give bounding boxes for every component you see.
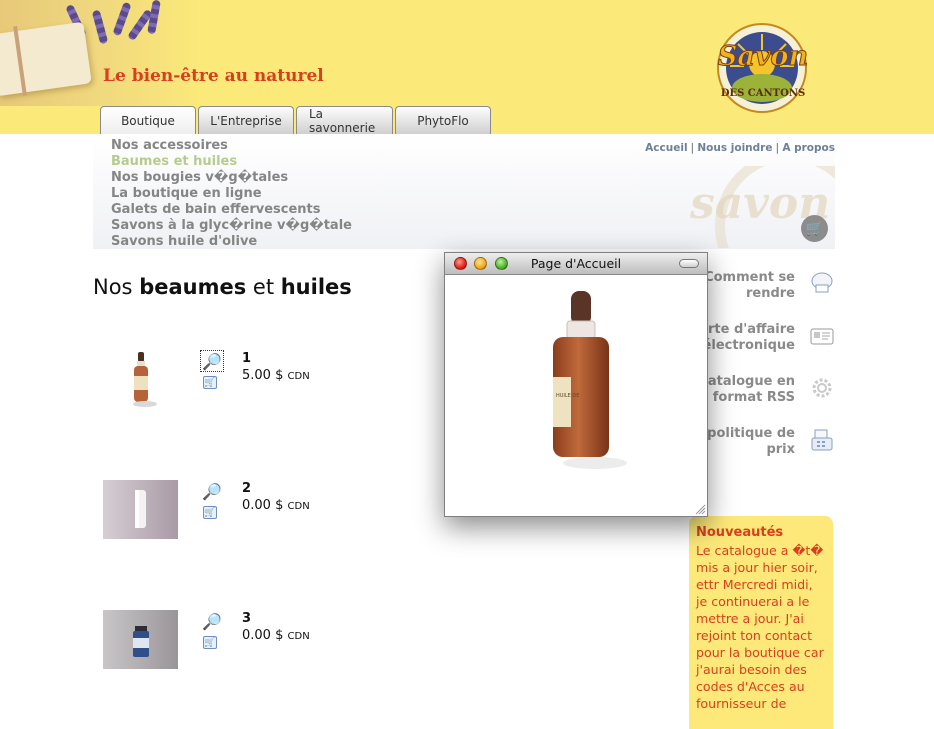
svg-text:DES CANTONS: DES CANTONS bbox=[721, 88, 805, 99]
page-title: Nos beaumes et huiles bbox=[93, 275, 352, 299]
soap-lavender-photo bbox=[0, 0, 200, 106]
tab-phytoflo[interactable]: PhytoFlo bbox=[395, 106, 491, 134]
tab-boutique[interactable]: Boutique bbox=[100, 106, 196, 134]
link-a-propos[interactable]: A propos bbox=[782, 142, 835, 154]
product-row: 🔎 🛒 1 5.00 $ CDN bbox=[103, 350, 343, 420]
cash-register-icon[interactable] bbox=[809, 427, 835, 453]
gear-icon[interactable] bbox=[809, 375, 835, 401]
shopping-cart-icon[interactable]: 🛒 bbox=[801, 215, 828, 242]
product-name[interactable]: 1 bbox=[242, 351, 251, 366]
product-thumbnail[interactable] bbox=[103, 610, 178, 669]
subnav-item-accessoires[interactable]: Nos accessoires bbox=[111, 138, 352, 154]
tab-entreprise[interactable]: L'Entreprise bbox=[198, 106, 294, 134]
site-tagline: Le bien-être au naturel bbox=[103, 66, 324, 86]
add-to-cart-icon[interactable]: 🛒 bbox=[203, 636, 217, 649]
chef-hat-icon[interactable] bbox=[809, 270, 835, 296]
toolbar-toggle-button[interactable] bbox=[679, 259, 699, 268]
svg-text:Savon: Savon bbox=[718, 41, 808, 72]
news-panel: Nouveautés Le catalogue a �t� mis a jour… bbox=[689, 516, 833, 729]
subnav-item-savons-glycerine[interactable]: Savons à la glyc�rine v�g�tale bbox=[111, 218, 352, 234]
product-large-image: HUILE DE bbox=[553, 291, 627, 469]
product-thumbnail[interactable] bbox=[103, 350, 178, 409]
main-tabs: Boutique L'Entreprise La savonnerie Phyt… bbox=[100, 106, 493, 134]
product-row: 🔎 🛒 3 0.00 $ CDN bbox=[103, 610, 343, 680]
zoom-magnifier-icon[interactable]: 🔎 bbox=[200, 480, 224, 502]
resize-grip-icon[interactable] bbox=[695, 504, 706, 515]
savon-des-cantons-logo[interactable]: Savon DES CANTONS bbox=[712, 20, 814, 114]
link-nous-joindre[interactable]: Nous joindre bbox=[697, 142, 772, 154]
product-name[interactable]: 2 bbox=[242, 481, 251, 496]
product-name[interactable]: 3 bbox=[242, 611, 251, 626]
product-price: 5.00 $ CDN bbox=[242, 368, 310, 383]
zoom-magnifier-icon[interactable]: 🔎 bbox=[200, 610, 224, 632]
subnav-item-bougies[interactable]: Nos bougies v�g�tales bbox=[111, 170, 352, 186]
subnav-item-savons-olive[interactable]: Savons huile d'olive bbox=[111, 234, 352, 250]
separator: | bbox=[775, 142, 780, 154]
subnav-item-baumes[interactable]: Baumes et huiles bbox=[111, 154, 352, 170]
add-to-cart-icon[interactable]: 🛒 bbox=[203, 506, 217, 519]
business-card-icon[interactable] bbox=[809, 323, 835, 349]
product-row: 🔎 🛒 2 0.00 $ CDN bbox=[103, 480, 343, 550]
utility-links: Accueil | Nous joindre | A propos bbox=[645, 142, 835, 154]
category-nav: Nos accessoires Baumes et huiles Nos bou… bbox=[111, 138, 352, 250]
site-header: Le bien-être au naturel Savon DES CANTON… bbox=[0, 0, 934, 134]
svg-text:HUILE DE: HUILE DE bbox=[556, 393, 579, 399]
separator: | bbox=[690, 142, 695, 154]
news-body: Le catalogue a �t� mis a jour hier soir,… bbox=[696, 543, 824, 711]
product-thumbnail[interactable] bbox=[103, 480, 178, 539]
zoom-magnifier-icon[interactable]: 🔎 bbox=[200, 350, 224, 372]
add-to-cart-icon[interactable]: 🛒 bbox=[203, 376, 217, 389]
product-price: 0.00 $ CDN bbox=[242, 498, 310, 513]
window-titlebar[interactable]: Page d'Accueil bbox=[445, 253, 707, 275]
image-preview-window: Page d'Accueil HUILE DE bbox=[444, 252, 708, 517]
link-accueil[interactable]: Accueil bbox=[645, 142, 687, 154]
product-price: 0.00 $ CDN bbox=[242, 628, 310, 643]
news-title: Nouveautés bbox=[696, 525, 784, 540]
subnav-item-galets[interactable]: Galets de bain effervescents bbox=[111, 202, 352, 218]
window-title: Page d'Accueil bbox=[530, 256, 622, 271]
subnav-item-boutique-en-ligne[interactable]: La boutique en ligne bbox=[111, 186, 352, 202]
tab-savonnerie[interactable]: La savonnerie bbox=[296, 106, 393, 134]
